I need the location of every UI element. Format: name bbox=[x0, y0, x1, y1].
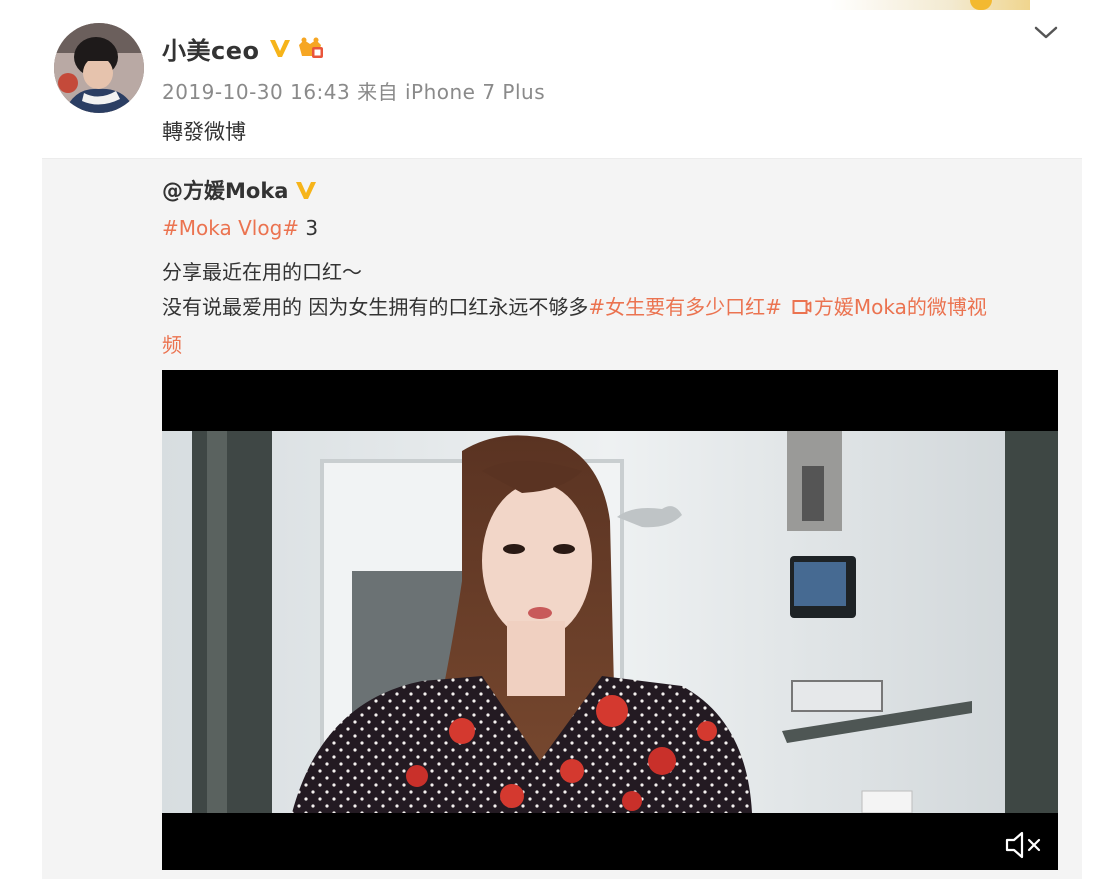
vip-icon[interactable] bbox=[296, 36, 324, 60]
video-link[interactable]: 方媛Moka的微博视 bbox=[814, 295, 987, 319]
repost-text: 轉發微博 bbox=[162, 120, 246, 144]
post-timestamp[interactable]: 2019-10-30 16:43 bbox=[162, 80, 350, 104]
quoted-author-row: @方媛Moka bbox=[162, 175, 318, 205]
post-meta: 2019-10-30 16:43 来自 iPhone 7 Plus bbox=[162, 76, 545, 105]
verified-badge-icon bbox=[269, 40, 290, 57]
quoted-line-hashtag: #Moka Vlog# 3 bbox=[162, 216, 318, 240]
author-name[interactable]: 小美ceo bbox=[162, 31, 260, 66]
weibo-post: 小美ceo 2019-10-30 16:43 来自 iPhone 7 Plus … bbox=[0, 0, 1116, 879]
vlog-number: 3 bbox=[299, 216, 319, 240]
author-row: 小美ceo bbox=[162, 30, 324, 66]
hashtag-moka-vlog[interactable]: #Moka Vlog# bbox=[162, 216, 299, 240]
video-link-continued[interactable]: 频 bbox=[162, 329, 182, 358]
quoted-body-text: 没有说最爱用的 因为女生拥有的口红永远不够多 bbox=[162, 295, 589, 319]
quoted-line-share: 分享最近在用的口红～ bbox=[162, 260, 362, 284]
video-frame bbox=[162, 431, 1058, 813]
avatar[interactable] bbox=[54, 23, 144, 113]
verified-badge-icon bbox=[296, 182, 317, 199]
quoted-author-name[interactable]: @方媛Moka bbox=[162, 175, 288, 205]
quoted-line-body: 没有说最爱用的 因为女生拥有的口红永远不够多#女生要有多少口红# 方媛Moka的… bbox=[162, 291, 987, 320]
post-source: 来自 iPhone 7 Plus bbox=[357, 80, 546, 104]
quoted-post[interactable]: @方媛Moka #Moka Vlog# 3 分享最近在用的口红～ 没有说最爱用的… bbox=[42, 158, 1082, 879]
chevron-down-icon[interactable] bbox=[1030, 20, 1062, 44]
mute-icon[interactable] bbox=[1004, 830, 1044, 860]
header-decoration bbox=[830, 0, 1030, 10]
hashtag-lipstick[interactable]: #女生要有多少口红# bbox=[588, 295, 782, 319]
video-player[interactable] bbox=[162, 370, 1058, 870]
video-link-icon bbox=[792, 300, 812, 314]
